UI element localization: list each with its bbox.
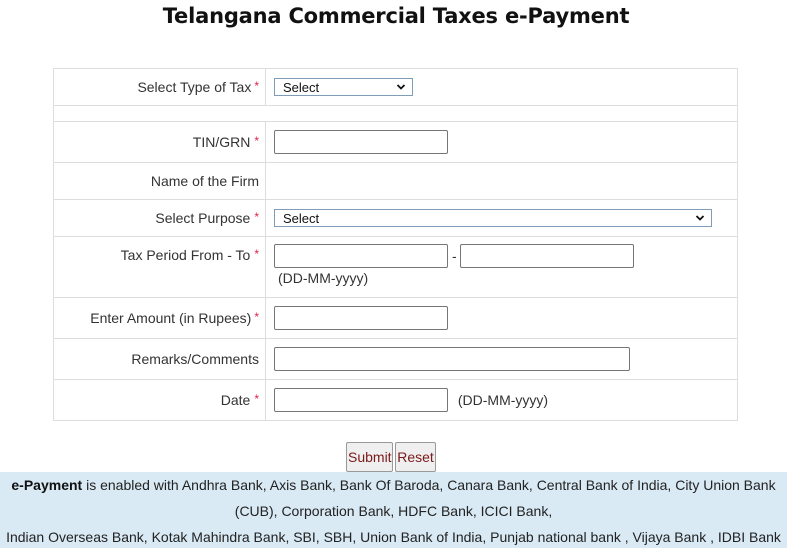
form-row-tin-grn: TIN/GRN *	[53, 121, 738, 163]
bank-info-banner: e-Payment is enabled with Andhra Bank, A…	[0, 472, 787, 548]
required-marker: *	[254, 310, 259, 324]
amount-label: Enter Amount (in Rupees) *	[53, 297, 266, 339]
form-row-date: Date * (DD-MM-yyyy)	[53, 379, 738, 421]
reset-button[interactable]: Reset	[395, 442, 436, 472]
form-row-amount: Enter Amount (in Rupees) *	[53, 297, 738, 339]
tax-type-label: Select Type of Tax *	[53, 68, 266, 106]
firm-name-value	[265, 162, 738, 200]
payment-form-table: Select Type of Tax * Select TIN/GRN * Name…	[53, 68, 738, 421]
tax-type-select[interactable]: Select	[274, 78, 413, 96]
form-row-firm-name: Name of the Firm	[53, 162, 738, 200]
tax-period-format-hint: (DD-MM-yyyy)	[278, 270, 369, 286]
e-payment-label: e-Payment	[11, 477, 83, 493]
form-row-purpose: Select Purpose * Select	[53, 199, 738, 237]
form-row-remarks: Remarks/Comments	[53, 338, 738, 380]
tin-grn-label: TIN/GRN *	[53, 121, 266, 163]
date-input[interactable]	[274, 388, 448, 412]
form-row-tax-period: Tax Period From - To * - (DD-MM-yyyy)	[53, 236, 738, 298]
bank-info-line-3: Indian Overseas Bank, Kotak Mahindra Ban…	[6, 529, 781, 545]
required-marker: *	[254, 210, 259, 224]
purpose-select[interactable]: Select	[274, 209, 712, 227]
remarks-label: Remarks/Comments	[53, 338, 266, 380]
amount-input[interactable]	[274, 306, 448, 330]
tin-grn-input[interactable]	[274, 130, 448, 154]
form-row-tax-type: Select Type of Tax * Select	[53, 68, 738, 106]
form-row-spacer	[53, 105, 738, 122]
page-title: Telangana Commercial Taxes e-Payment	[162, 4, 630, 28]
date-label: Date *	[53, 379, 266, 421]
required-marker: *	[254, 79, 259, 93]
form-actions: Submit Reset	[346, 442, 436, 472]
required-marker: *	[254, 392, 259, 406]
period-separator: -	[452, 248, 457, 264]
required-marker: *	[254, 247, 259, 261]
chevron-down-icon	[396, 84, 406, 90]
remarks-input[interactable]	[274, 347, 630, 371]
required-marker: *	[254, 134, 259, 148]
bank-info-line-2: (CUB), Corporation Bank, HDFC Bank, ICIC…	[234, 503, 553, 519]
chevron-down-icon	[695, 215, 705, 221]
date-format-hint: (DD-MM-yyyy)	[457, 392, 549, 408]
tax-period-label: Tax Period From - To *	[53, 236, 266, 298]
tax-period-from-input[interactable]	[274, 244, 448, 268]
bank-info-line-1: e-Payment is enabled with Andhra Bank, A…	[11, 477, 776, 493]
firm-name-label: Name of the Firm	[53, 162, 266, 200]
tax-period-to-input[interactable]	[459, 244, 634, 268]
submit-button[interactable]: Submit	[346, 442, 393, 472]
purpose-label: Select Purpose *	[53, 199, 266, 237]
